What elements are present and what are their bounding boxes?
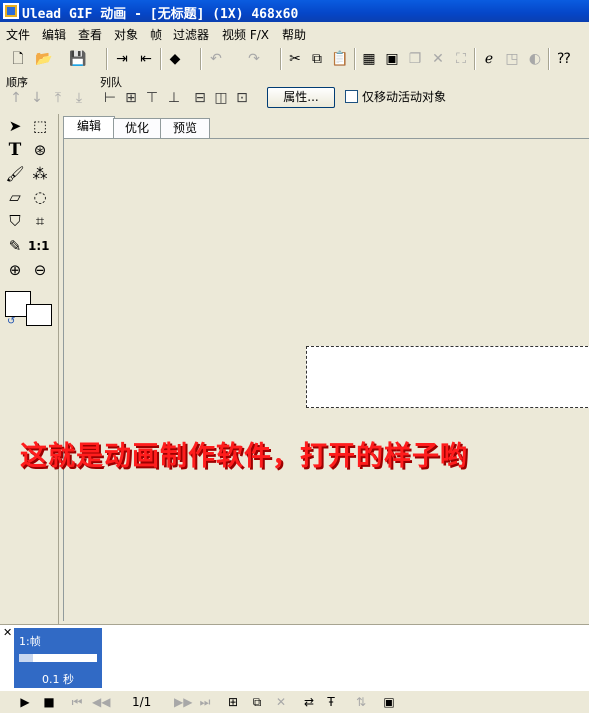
play-icon[interactable]: ▶ [16,693,34,711]
move-active-only-checkbox[interactable] [345,90,358,103]
lasso-tool-icon[interactable]: ◌ [30,187,50,207]
menu-bar: 文件 编辑 查看 对象 帧 过滤器 视频 F/X 帮助 [0,22,589,44]
new-icon[interactable]: 🗋 [8,49,28,69]
move-up-icon[interactable]: ↑ [6,88,26,108]
swap-colors-icon[interactable]: ↺ [7,316,15,327]
menu-filters[interactable]: 过滤器 [173,26,209,43]
paste-icon[interactable]: 📋 [330,49,350,69]
tween-icon[interactable]: ⇄ [300,693,318,711]
close-panel-icon[interactable]: ✕ [3,626,12,639]
duplicate-frame-icon[interactable]: ⧉ [248,693,266,711]
title-bar[interactable]: Ulead GIF 动画 - [无标题] (1X) 468x60 [0,0,589,22]
add-images-icon[interactable]: ⇥ [112,49,132,69]
save-icon[interactable]: 💾 [68,49,88,69]
menu-view[interactable]: 查看 [78,26,102,43]
text-frame-icon[interactable]: Ŧ [322,693,340,711]
open-icon[interactable]: 📂 [34,49,54,69]
marquee-tool-icon[interactable]: ⬚ [30,116,50,136]
menu-help[interactable]: 帮助 [282,26,306,43]
frame-delay[interactable]: 0.1 秒 [42,671,74,687]
menu-edit[interactable]: 编辑 [42,26,66,43]
browser-preview-icon[interactable]: ℯ [479,49,499,69]
frame-panel: ✕ 1:帧 0.1 秒 [0,624,589,691]
prev-frame-icon[interactable]: ◀◀ [92,693,110,711]
color-picker-icon[interactable]: ◆ [165,49,185,69]
image-canvas[interactable] [306,346,589,408]
actual-size-icon[interactable]: 1:1 [28,236,50,256]
undo-icon[interactable]: ↶ [206,49,226,69]
properties-button[interactable]: 属性... [267,87,335,108]
next-frame-icon[interactable]: ▶▶ [174,693,192,711]
frame-preview [19,654,97,662]
align-left-icon[interactable]: ⊢ [100,88,120,108]
window-title: Ulead GIF 动画 - [无标题] (1X) 468x60 [22,7,299,22]
toolbar-separator [548,48,550,70]
move-active-only-label: 仅移动活动对象 [362,90,447,104]
frame-label: 1:帧 [19,635,41,648]
properties-icon[interactable]: ▣ [382,49,402,69]
main-toolbar: 🗋 📂 💾 ⇥ ⇤ ◆ ↶ ↷ ✂ ⧉ 📋 ▦ ▣ ❐ ✕ ⛶ ℯ ◳ ◐ ⁇ [0,44,589,74]
brush-tool-icon[interactable]: 🖌 [5,164,25,184]
overlay-caption: 这就是动画制作软件，打开的样子哟 [20,441,468,472]
move-down-icon[interactable]: ↓ [27,88,47,108]
menu-frame[interactable]: 帧 [150,26,162,43]
reverse-frames-icon[interactable]: ⇅ [352,693,370,711]
toolbar-separator [200,48,202,70]
last-frame-icon[interactable]: ⏭ [196,693,214,711]
tab-preview[interactable]: 预览 [160,118,210,138]
pick-tool-icon[interactable]: ➤ [5,116,25,136]
toolbar-separator [106,48,108,70]
crop-tool-icon[interactable]: ⌗ [30,211,50,231]
toolbar-separator [280,48,282,70]
zoom-out-icon[interactable]: ⊖ [30,260,50,280]
center-vertical-icon[interactable]: ◫ [211,88,231,108]
app-icon [3,3,19,19]
frame-counter: 1/1 [132,695,152,709]
zoom-in-icon[interactable]: ⊕ [5,260,25,280]
redo-icon[interactable]: ↷ [244,49,264,69]
help-pointer-icon[interactable]: ⁇ [554,49,574,69]
align-center-icon[interactable]: ⊞ [121,88,141,108]
transform-tool-icon[interactable]: ⊛ [30,140,50,160]
layout-icon[interactable]: ▦ [359,49,379,69]
frame-properties-icon[interactable]: ▣ [380,693,398,711]
align-top-icon[interactable]: ⊤ [142,88,162,108]
tab-optimize[interactable]: 优化 [113,118,161,138]
fill-tool-icon[interactable]: ⛉ [5,211,25,231]
crop-icon[interactable]: ⛶ [451,49,471,69]
send-to-back-icon[interactable]: ⤓ [69,88,89,108]
bring-to-front-icon[interactable]: ⤒ [48,88,68,108]
delete-icon[interactable]: ✕ [428,49,448,69]
menu-object[interactable]: 对象 [114,26,138,43]
eyedropper-tool-icon[interactable]: ✎ [5,236,25,256]
delete-frame-icon[interactable]: ✕ [272,693,290,711]
text-tool-icon[interactable]: T [5,140,25,160]
menu-file[interactable]: 文件 [6,26,30,43]
toolbar-separator [354,48,356,70]
stop-icon[interactable]: ■ [40,693,58,711]
first-frame-icon[interactable]: ⏮ [68,693,86,711]
duplicate-icon[interactable]: ❐ [405,49,425,69]
tools-panel: ➤ ⬚ T ⊛ 🖌 ⁂ ▱ ◌ ⛉ ⌗ ✎ 1:1 ⊕ ⊖ ↺ [0,114,59,624]
cut-icon[interactable]: ✂ [285,49,305,69]
menu-videofx[interactable]: 视频 F/X [222,26,269,43]
frame-nav-bar: ▶ ■ ⏮ ◀◀ 1/1 ▶▶ ⏭ ⊞ ⧉ ✕ ⇄ Ŧ ⇅ ▣ [0,690,589,713]
frame-thumbnail[interactable]: 1:帧 0.1 秒 [14,628,102,688]
center-both-icon[interactable]: ⊡ [232,88,252,108]
export-icon[interactable]: ⇤ [136,49,156,69]
toolbar-separator [160,48,162,70]
copy-icon[interactable]: ⧉ [307,49,327,69]
center-horizontal-icon[interactable]: ⊟ [190,88,210,108]
eraser-tool-icon[interactable]: ▱ [5,187,25,207]
align-bottom-icon[interactable]: ⊥ [164,88,184,108]
optimize-icon[interactable]: ◳ [502,49,522,69]
background-color-swatch[interactable] [26,304,52,326]
magic-wand-icon[interactable]: ⁂ [30,164,50,184]
add-frame-icon[interactable]: ⊞ [224,693,242,711]
toolbar-separator [474,48,476,70]
tab-edit[interactable]: 编辑 [63,116,115,138]
wizard-icon[interactable]: ◐ [525,49,545,69]
